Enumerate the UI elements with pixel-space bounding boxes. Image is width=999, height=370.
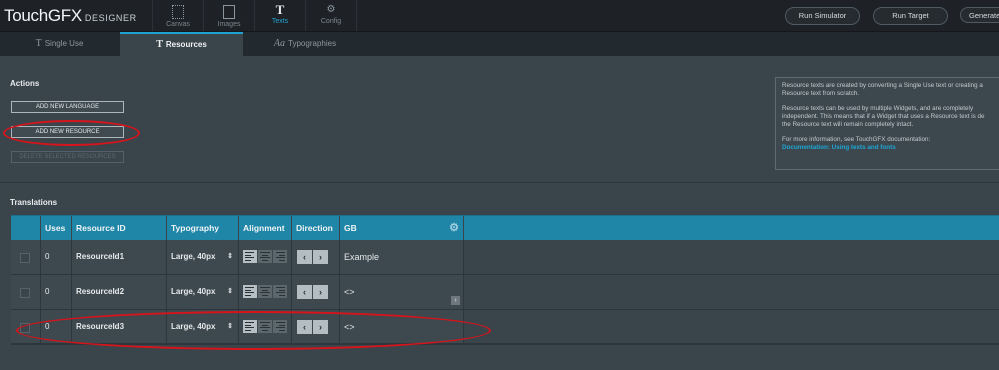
row-select-cell	[11, 240, 41, 274]
column-language-gb[interactable]: GB ⚙	[340, 216, 464, 240]
nav-config-label: Config	[320, 18, 342, 25]
align-right-icon[interactable]	[273, 285, 287, 298]
header-filler	[464, 216, 999, 240]
alignment-group	[243, 250, 287, 263]
tab-typographies[interactable]: Aa Typographies	[244, 32, 366, 56]
column-resource-id[interactable]: Resource ID	[72, 216, 167, 240]
translation-text-cell[interactable]: <>	[340, 275, 464, 309]
actions-title: Actions	[10, 79, 40, 88]
add-new-language-button[interactable]: ADD NEW LANGUAGE	[11, 101, 124, 113]
info-line-5: the Resource text will remain completely…	[782, 121, 914, 128]
nav-images[interactable]: Images	[203, 0, 254, 31]
alignment-cell	[239, 240, 292, 274]
resource-id-cell[interactable]: ResourceId1	[72, 240, 167, 274]
scroll-right-icon[interactable]: ›	[451, 296, 460, 305]
row-checkbox[interactable]	[20, 288, 30, 298]
column-uses[interactable]: Uses	[41, 216, 72, 240]
tab-single-use-label: Single Use	[44, 39, 84, 48]
delete-selected-resources-button[interactable]: DELETE SELECTED RESOURCES	[11, 151, 124, 163]
direction-cell: ‹ ›	[292, 275, 340, 309]
text-glyph-icon: T	[156, 39, 163, 50]
tab-typographies-label: Typographies	[288, 39, 337, 48]
info-line-1: Resource texts are created by converting…	[782, 82, 983, 89]
info-para-2: Resource texts can be used by multiple W…	[782, 105, 998, 129]
app-logo: TouchGFX DESIGNER	[4, 6, 137, 26]
updown-arrows-icon: ⇕	[227, 288, 233, 295]
align-left-icon[interactable]	[243, 285, 257, 298]
direction-rtl-chevron-left-icon[interactable]: ‹	[297, 285, 312, 299]
info-para-3: For more information, see TouchGFX docum…	[782, 136, 998, 152]
images-icon	[223, 5, 235, 19]
uses-cell: 0	[41, 275, 72, 309]
direction-group: ‹ ›	[297, 285, 328, 299]
column-language-label: GB	[344, 223, 357, 233]
direction-rtl-chevron-left-icon[interactable]: ‹	[297, 250, 312, 264]
align-center-icon[interactable]	[258, 285, 272, 298]
uses-cell: 0	[41, 240, 72, 274]
top-bar: TouchGFX DESIGNER Canvas Images T Texts …	[0, 0, 999, 32]
align-right-icon[interactable]	[273, 250, 287, 263]
nav-images-label: Images	[217, 21, 241, 28]
canvas-icon	[172, 5, 184, 19]
row-select-cell	[11, 275, 41, 309]
logo-sub-text: DESIGNER	[84, 13, 137, 23]
direction-ltr-chevron-right-icon[interactable]: ›	[313, 250, 328, 264]
typography-select[interactable]: Large, 40px ⇕	[167, 240, 239, 274]
typography-select[interactable]: Large, 40px ⇕	[167, 275, 239, 309]
annotation-ellipse-row-3	[16, 311, 491, 350]
section-divider	[0, 182, 999, 183]
alignment-group	[243, 285, 287, 298]
nav-canvas[interactable]: Canvas	[152, 0, 203, 31]
run-simulator-button[interactable]: Run Simulator	[785, 7, 860, 25]
info-line-4: independent. This means that if a Widget…	[782, 113, 985, 120]
config-icon: ⚙	[326, 4, 336, 15]
row-filler	[464, 310, 999, 344]
table-row[interactable]: 0 ResourceId1 Large, 40px ⇕ ‹ › Example	[11, 240, 999, 275]
typography-value: Large, 40px	[171, 287, 216, 296]
align-center-icon[interactable]	[258, 250, 272, 263]
column-alignment[interactable]: Alignment	[239, 216, 292, 240]
tab-single-use[interactable]: T Single Use	[0, 32, 119, 56]
info-line-2: Resource text from scratch.	[782, 90, 859, 97]
direction-cell: ‹ ›	[292, 240, 340, 274]
row-checkbox[interactable]	[20, 253, 30, 263]
texts-tab-bar: T Single Use T Resources Aa Typographies	[0, 32, 999, 56]
run-target-button[interactable]: Run Target	[873, 7, 948, 25]
alignment-cell	[239, 275, 292, 309]
column-typography[interactable]: Typography	[167, 216, 239, 240]
translations-title: Translations	[10, 198, 58, 207]
texts-icon: T	[275, 2, 285, 17]
generate-button[interactable]: Generate	[960, 7, 999, 23]
documentation-link[interactable]: Documentation: Using texts and fonts	[782, 144, 896, 151]
typography-value: Large, 40px	[171, 252, 216, 261]
row-filler	[464, 275, 999, 309]
nav-config[interactable]: ⚙ Config	[305, 0, 357, 31]
logo-main-text: TouchGFX	[4, 6, 82, 25]
nav-canvas-label: Canvas	[166, 21, 190, 28]
typography-glyph-icon: Aa	[273, 38, 286, 49]
text-glyph-icon: T	[35, 38, 42, 49]
direction-group: ‹ ›	[297, 250, 328, 264]
main-nav: Canvas Images T Texts ⚙ Config	[152, 0, 357, 31]
align-left-icon[interactable]	[243, 250, 257, 263]
gear-icon[interactable]: ⚙	[449, 216, 459, 240]
row-filler	[464, 240, 999, 274]
tab-resources-label: Resources	[165, 40, 207, 49]
table-header: Uses Resource ID Typography Alignment Di…	[11, 215, 999, 240]
annotation-ellipse-add-resource	[3, 120, 140, 146]
info-para-1: Resource texts are created by converting…	[782, 82, 998, 98]
resource-id-cell[interactable]: ResourceId2	[72, 275, 167, 309]
info-line-6: For more information, see TouchGFX docum…	[782, 136, 931, 143]
table-row[interactable]: 0 ResourceId2 Large, 40px ⇕ ‹ › <>	[11, 275, 999, 310]
translation-text-cell[interactable]: Example	[340, 240, 464, 274]
tab-resources[interactable]: T Resources	[120, 32, 243, 56]
info-line-3: Resource texts can be used by multiple W…	[782, 105, 974, 112]
updown-arrows-icon: ⇕	[227, 253, 233, 260]
nav-texts[interactable]: T Texts	[254, 0, 305, 31]
select-all-column	[11, 216, 41, 240]
info-panel: Resource texts are created by converting…	[775, 77, 999, 170]
column-direction[interactable]: Direction	[292, 216, 340, 240]
direction-ltr-chevron-right-icon[interactable]: ›	[313, 285, 328, 299]
nav-texts-label: Texts	[271, 18, 289, 25]
